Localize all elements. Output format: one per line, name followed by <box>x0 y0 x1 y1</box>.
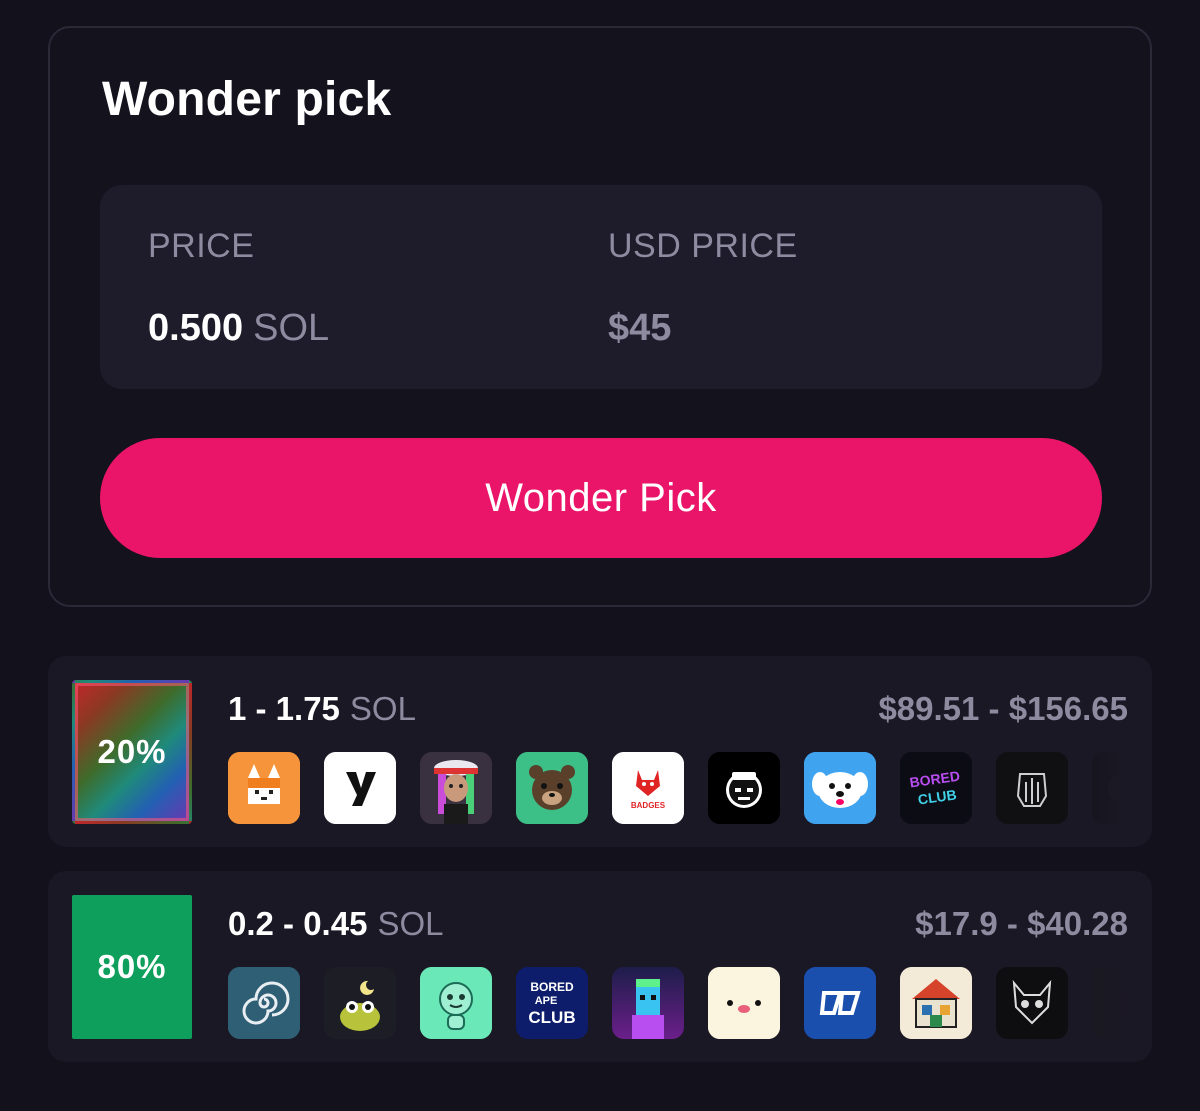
usd-price-label: USD PRICE <box>608 227 798 265</box>
punk-icon[interactable] <box>612 967 684 1039</box>
wonder-pick-card: Wonder pick PRICE USD PRICE 0.500 SOL $45… <box>48 26 1152 607</box>
pixel-house-icon[interactable] <box>900 967 972 1039</box>
sol-range-value: 1 - 1.75 <box>228 690 340 727</box>
shiba-icon[interactable] <box>228 752 300 824</box>
sol-range-unit: SOL <box>377 905 444 942</box>
price-label: PRICE <box>148 227 255 265</box>
ape-text: APE <box>535 995 558 1007</box>
odds-badge: 80% <box>72 895 192 1039</box>
ape-icon[interactable] <box>708 752 780 824</box>
cat-skull-icon[interactable] <box>996 967 1068 1039</box>
sol-range-unit: SOL <box>349 690 416 727</box>
bored-club-icon[interactable]: BORED CLUB <box>900 752 972 824</box>
dog-icon[interactable] <box>804 752 876 824</box>
thumbnail-fade <box>1062 967 1152 1039</box>
usd-range: $17.9 - $40.28 <box>915 905 1128 942</box>
sol-range: 1 - 1.75 SOL <box>228 690 416 728</box>
y-logo-icon[interactable] <box>324 752 396 824</box>
usd-range: $89.51 - $156.65 <box>878 690 1128 727</box>
usd-price-value: $45 <box>608 307 672 349</box>
price-panel: PRICE USD PRICE 0.500 SOL $45 <box>100 185 1102 389</box>
collection-thumbnails: BORED APE CLUB <box>228 967 1152 1039</box>
price-unit: SOL <box>253 307 330 349</box>
odds-badge: 20% <box>72 680 192 824</box>
collection-thumbnails: BADGES BORED CLUB <box>228 752 1152 824</box>
club-text: CLUB <box>528 1008 575 1027</box>
sol-range-value: 0.2 - 0.45 <box>228 905 368 942</box>
prize-tier[interactable]: 80% 0.2 - 0.45 SOL $17.9 - $40.28 BORED AP… <box>48 871 1152 1062</box>
prize-tier[interactable]: 20% 1 - 1.75 SOL $89.51 - $156.65 BADGES … <box>48 656 1152 847</box>
spiral-icon[interactable] <box>228 967 300 1039</box>
thumbnail-fade <box>1062 752 1152 824</box>
sol-range: 0.2 - 0.45 SOL <box>228 905 443 943</box>
badges-icon[interactable]: BADGES <box>612 752 684 824</box>
zz-logo-icon[interactable] <box>804 967 876 1039</box>
card-title: Wonder pick <box>102 73 392 126</box>
skull-art-icon[interactable] <box>996 752 1068 824</box>
bored-ape-club-icon[interactable]: BORED APE CLUB <box>516 967 588 1039</box>
bored-text: BORED <box>530 980 574 994</box>
blob-face-icon[interactable] <box>708 967 780 1039</box>
price-value: 0.500 SOL <box>148 307 329 350</box>
alien-icon[interactable] <box>420 967 492 1039</box>
price-amount: 0.500 <box>148 307 244 349</box>
wonder-pick-button[interactable]: Wonder Pick <box>100 438 1102 558</box>
badges-text: BADGES <box>631 801 666 810</box>
frog-icon[interactable] <box>324 967 396 1039</box>
avatar-girl-icon[interactable] <box>420 752 492 824</box>
bear-icon[interactable] <box>516 752 588 824</box>
